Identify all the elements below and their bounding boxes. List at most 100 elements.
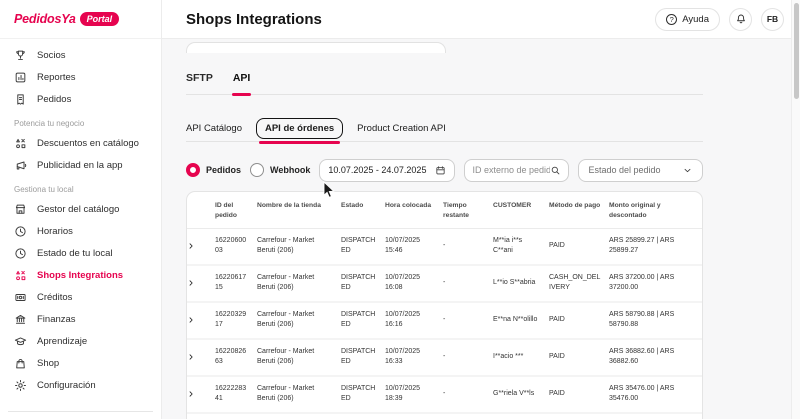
sidebar-item-label: Finanzas (37, 314, 76, 325)
header-tiempo: Tiempo restante (441, 192, 491, 228)
subtab-api-catalogo[interactable]: API Catálogo (186, 123, 242, 134)
row-expand-button[interactable] (187, 376, 213, 413)
sidebar-item-pedidos[interactable]: Pedidos (0, 88, 161, 110)
question-mark-icon: ? (666, 14, 677, 25)
sidebar-item-label: Créditos (37, 292, 72, 303)
order-state-label: Estado del pedido (588, 165, 660, 175)
table-row[interactable]: 162222870 Carrefour - Market Beruti (206… (187, 413, 702, 419)
cell-monto: ARS 29505.00 | ARS 29505.00 (607, 413, 702, 419)
clock-icon (14, 225, 27, 238)
scrollbar-thumb[interactable] (794, 3, 799, 99)
cell-customer: I**acio *** (491, 339, 547, 376)
sidebar-item-label: Shops Integrations (37, 270, 123, 281)
user-avatar[interactable]: FB (761, 8, 784, 31)
sidebar-item-socios[interactable]: Socios (0, 44, 161, 66)
sidebar-item-label: Socios (37, 50, 66, 61)
cell-pago (547, 413, 607, 419)
content-area: SFTP API API Catálogo API de órdenes Pro… (162, 39, 800, 419)
sidebar-item-gestor-catalogo[interactable]: Gestor del catálogo (0, 198, 161, 220)
order-state-select[interactable]: Estado del pedido (578, 159, 703, 182)
radio-pedidos[interactable]: Pedidos (186, 163, 241, 177)
sidebar-item-shops-integrations[interactable]: Shops Integrations (0, 264, 161, 286)
table-row[interactable]: 1622060003 Carrefour - Market Beruti (20… (187, 228, 702, 265)
row-expand-button[interactable] (187, 413, 213, 419)
graduation-cap-icon (14, 335, 27, 348)
sidebar-item-creditos[interactable]: Créditos (0, 286, 161, 308)
chevron-right-icon (187, 316, 195, 324)
header-estado: Estado (339, 192, 383, 228)
tab-api[interactable]: API (233, 72, 251, 94)
cell-monto: ARS 58790.88 | ARS 58790.88 (607, 302, 702, 339)
cell-store: Carrefour - Market Beruti (206) (255, 376, 339, 413)
tab-sftp[interactable]: SFTP (186, 72, 213, 94)
cell-pago: PAID (547, 302, 607, 339)
cell-store: Carrefour - Market Beruti (206) (255, 265, 339, 302)
sidebar-item-label: Reportes (37, 72, 76, 83)
cell-store: Carrefour - Market Beruti (206) (255, 339, 339, 376)
cell-tiempo: - (441, 302, 491, 339)
page-scrollbar[interactable] (791, 0, 800, 419)
chevron-down-icon (682, 165, 693, 176)
orders-table: ID del pedido Nombre de la tienda Estado… (187, 192, 702, 419)
sidebar-item-estado-local[interactable]: Estado de tu local (0, 242, 161, 264)
header-customer: CUSTOMER (491, 192, 547, 228)
cell-tiempo: - (441, 376, 491, 413)
cell-order-id: 1622082663 (213, 339, 255, 376)
cell-store: Carrefour - Market Beruti (206) (255, 302, 339, 339)
search-icon[interactable] (550, 165, 561, 176)
cell-monto: ARS 36882.60 | ARS 36882.60 (607, 339, 702, 376)
sidebar-item-aprendizaje[interactable]: Aprendizaje (0, 330, 161, 352)
table-row[interactable]: 1622228341 Carrefour - Market Beruti (20… (187, 376, 702, 413)
header-monto: Monto original y descontado (607, 192, 702, 228)
cell-pago: PAID (547, 228, 607, 265)
cell-estado: DISPATCHED (339, 376, 383, 413)
sidebar-section-potencia: Potencia tu negocio (0, 110, 161, 132)
cell-store: Carrefour - Market Beruti (206) (255, 228, 339, 265)
megaphone-icon (14, 159, 27, 172)
sidebar-item-shop[interactable]: Shop (0, 352, 161, 374)
notifications-button[interactable] (729, 8, 752, 31)
table-row[interactable]: 1622061715 Carrefour - Market Beruti (20… (187, 265, 702, 302)
date-range-input[interactable]: 10.07.2025 - 24.07.2025 (319, 159, 455, 182)
sidebar-section-gestiona: Gestiona tu local (0, 176, 161, 198)
sidebar-item-configuracion[interactable]: Configuración (0, 374, 161, 396)
brand-portal-badge: Portal (80, 12, 120, 26)
radio-webhook[interactable]: Webhook (250, 163, 310, 177)
cell-hora: 10/07/2025 18:39 (383, 376, 441, 413)
cell-hora: 10/07/2025 15:46 (383, 228, 441, 265)
sidebar-item-reportes[interactable]: Reportes (0, 66, 161, 88)
table-row[interactable]: 1622032917 Carrefour - Market Beruti (20… (187, 302, 702, 339)
sidebar-item-label: Descuentos en catálogo (37, 138, 139, 149)
brand-logo[interactable]: PedidosYa Portal (0, 0, 161, 39)
row-expand-button[interactable] (187, 339, 213, 376)
row-expand-button[interactable] (187, 228, 213, 265)
cell-monto: ARS 35476.00 | ARS 35476.00 (607, 376, 702, 413)
sidebar-item-label: Estado de tu local (37, 248, 113, 259)
cell-order-id: 162222870 (213, 413, 255, 419)
cell-estado: DISPATCHED (339, 265, 383, 302)
date-range-value: 10.07.2025 - 24.07.2025 (328, 165, 426, 175)
shapes-icon (14, 137, 27, 150)
clock-icon (14, 247, 27, 260)
receipt-icon (14, 93, 27, 106)
cell-customer: E**na N**olillo (491, 302, 547, 339)
subtab-product-creation-api[interactable]: Product Creation API (357, 123, 446, 134)
cell-tiempo: - (441, 265, 491, 302)
cell-hora: 10/07/2025 16:08 (383, 265, 441, 302)
banknote-icon (14, 291, 27, 304)
cell-customer: M**ia i**s C**ani (491, 228, 547, 265)
sidebar-item-horarios[interactable]: Horarios (0, 220, 161, 242)
brand-name: PedidosYa (14, 12, 76, 26)
subtab-api-ordenes[interactable]: API de órdenes (256, 118, 343, 139)
table-row[interactable]: 1622082663 Carrefour - Market Beruti (20… (187, 339, 702, 376)
order-external-id-input[interactable] (472, 165, 550, 175)
row-expand-button[interactable] (187, 265, 213, 302)
row-expand-button[interactable] (187, 302, 213, 339)
order-external-id-field (464, 159, 569, 182)
header-expand (187, 192, 213, 228)
sidebar-item-finanzas[interactable]: Finanzas (0, 308, 161, 330)
sidebar-item-publicidad[interactable]: Publicidad en la app (0, 154, 161, 176)
sidebar-item-label: Publicidad en la app (37, 160, 123, 171)
sidebar-item-descuentos[interactable]: Descuentos en catálogo (0, 132, 161, 154)
help-button[interactable]: ? Ayuda (655, 8, 720, 31)
